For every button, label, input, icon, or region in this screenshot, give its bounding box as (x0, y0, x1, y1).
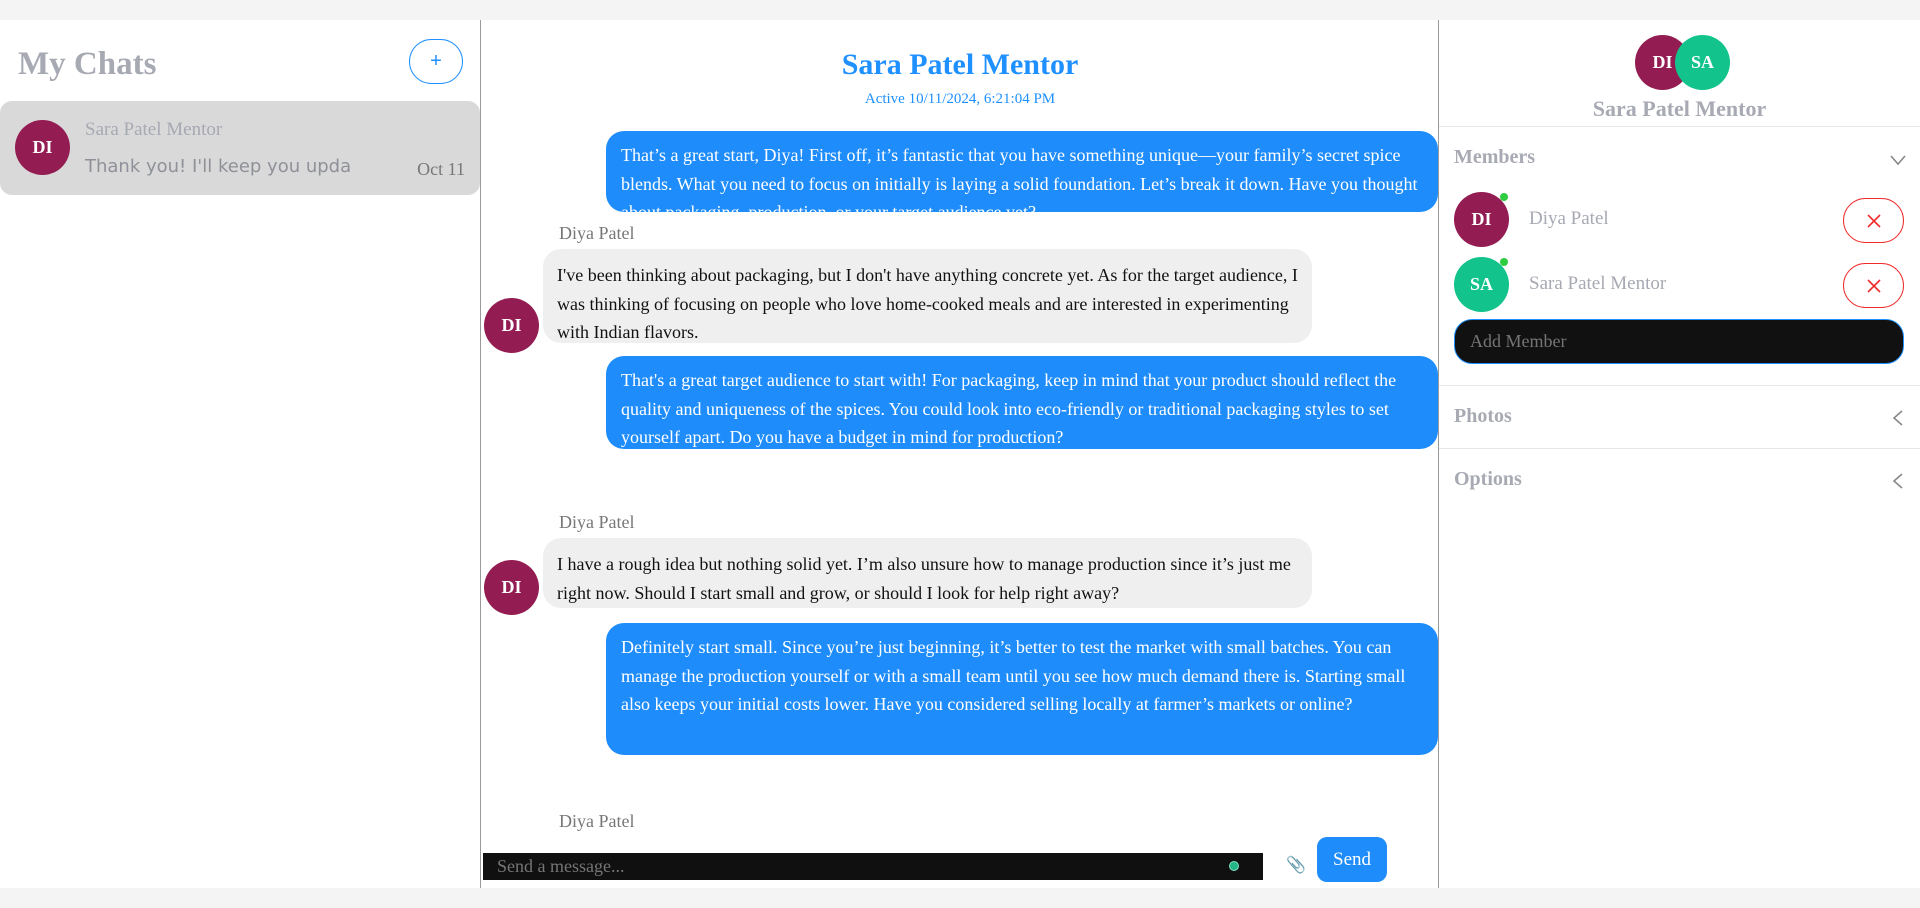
online-status-dot (1500, 193, 1508, 201)
message-bubble-incoming: I have a rough idea but nothing solid ye… (543, 538, 1312, 608)
member-name: Diya Patel (1529, 208, 1609, 229)
chat-app: My Chats + DI Sara Patel Mentor Thank yo… (0, 20, 1920, 888)
chevron-left-icon[interactable] (1888, 408, 1908, 428)
close-icon (1866, 278, 1881, 293)
chats-sidebar: My Chats + DI Sara Patel Mentor Thank yo… (0, 20, 481, 888)
avatar: DI (15, 120, 70, 175)
divider (1439, 385, 1920, 386)
message-sender: Diya Patel (559, 811, 635, 831)
chat-details-panel: DI SA Sara Patel Mentor Members DI Diya … (1439, 20, 1920, 888)
members-section-title[interactable]: Members (1454, 146, 1535, 169)
message-sender: Diya Patel (559, 223, 635, 243)
chat-item-date: Oct 11 (417, 159, 465, 179)
divider (1439, 448, 1920, 449)
message-bubble-outgoing: Definitely start small. Since you’re jus… (606, 623, 1438, 755)
chevron-left-icon[interactable] (1888, 471, 1908, 491)
avatar: SA (1675, 35, 1730, 90)
add-member-input[interactable] (1454, 319, 1904, 364)
sidebar-title: My Chats (18, 46, 157, 82)
details-title: Sara Patel Mentor (1592, 96, 1767, 121)
input-status-dot (1229, 861, 1239, 871)
chevron-down-icon[interactable] (1888, 150, 1908, 170)
conversation-panel: Sara Patel Mentor Active 10/11/2024, 6:2… (481, 20, 1439, 888)
message-bubble-outgoing: That's a great target audience to start … (606, 356, 1438, 449)
message-bubble-incoming: I've been thinking about packaging, but … (543, 249, 1312, 343)
message-bubble-outgoing: That’s a great start, Diya! First off, i… (606, 131, 1438, 222)
message-sender: Diya Patel (559, 512, 635, 532)
chat-list-item[interactable]: DI Sara Patel Mentor Thank you! I'll kee… (0, 101, 480, 195)
message-input[interactable] (483, 853, 1263, 880)
message-list[interactable]: That’s a great start, Diya! First off, i… (481, 131, 1438, 853)
member-name: Sara Patel Mentor (1529, 273, 1667, 294)
paperclip-icon[interactable]: 📎 (1286, 855, 1306, 875)
close-icon (1866, 213, 1881, 228)
avatar: DI (484, 560, 539, 615)
message-composer: 📎 Send (481, 837, 1438, 888)
conversation-status: Active 10/11/2024, 6:21:04 PM (864, 91, 1056, 107)
new-chat-button[interactable]: + (409, 39, 463, 84)
remove-member-button[interactable] (1843, 198, 1904, 243)
conversation-title: Sara Patel Mentor (841, 48, 1079, 81)
send-button[interactable]: Send (1317, 837, 1387, 882)
online-status-dot (1500, 258, 1508, 266)
remove-member-button[interactable] (1843, 263, 1904, 308)
chat-item-preview: Thank you! I'll keep you upda (85, 156, 352, 177)
photos-section-title[interactable]: Photos (1454, 405, 1512, 428)
chat-item-name: Sara Patel Mentor (85, 119, 223, 140)
options-section-title[interactable]: Options (1454, 468, 1522, 491)
divider (1439, 126, 1920, 127)
avatar: DI (484, 298, 539, 353)
